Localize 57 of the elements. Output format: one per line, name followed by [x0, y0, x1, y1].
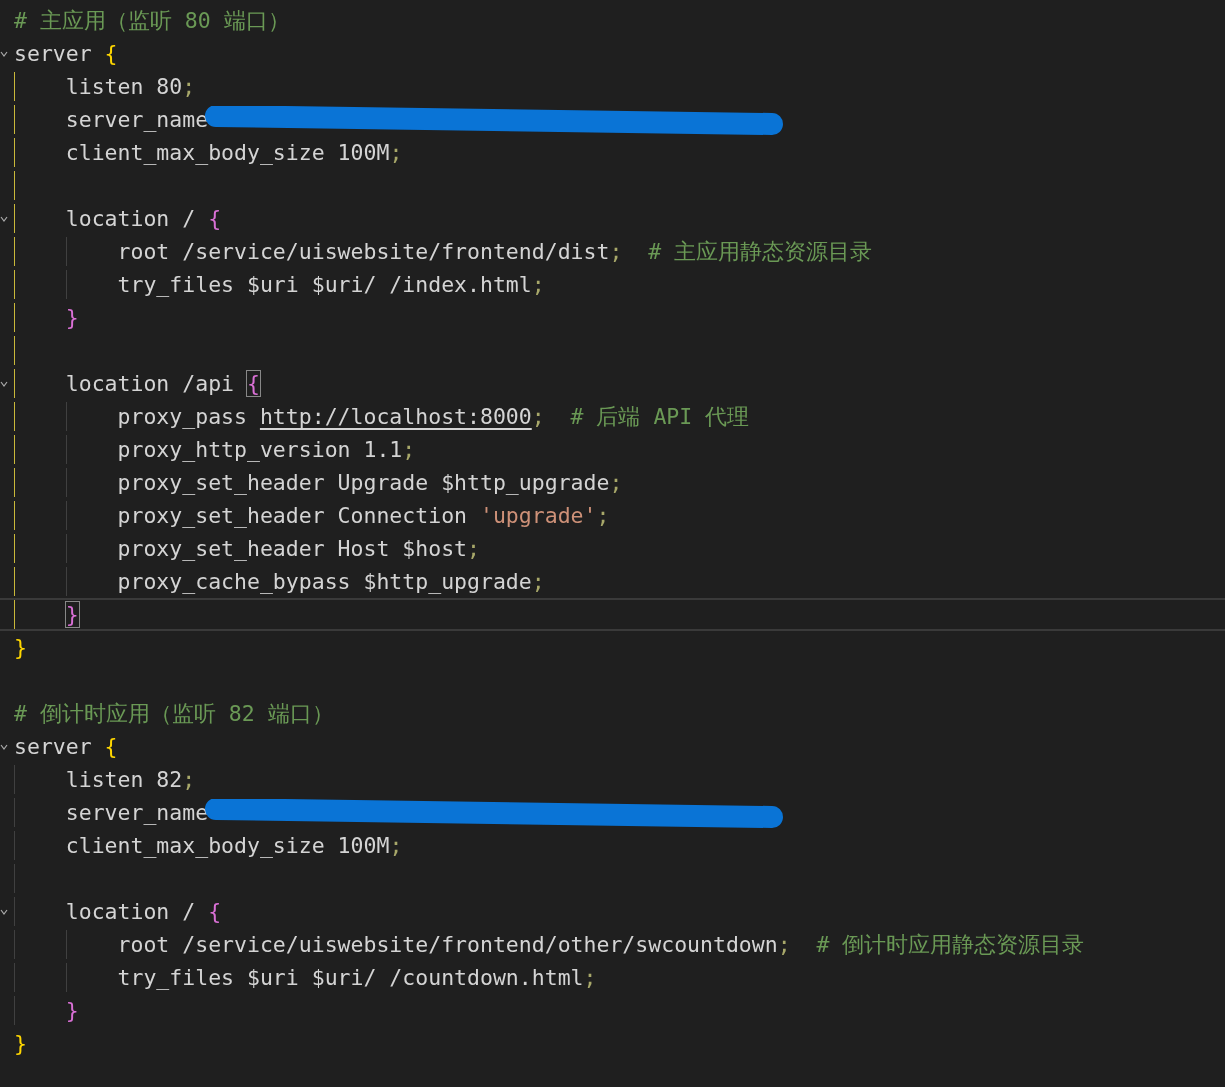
brace: {	[104, 40, 118, 67]
code-text: server	[14, 734, 92, 759]
brace: {	[208, 898, 222, 925]
code-text: location /	[65, 899, 196, 924]
semicolon: ;	[402, 437, 416, 462]
brace: }	[14, 634, 27, 661]
semicolon: ;	[389, 833, 403, 858]
semicolon: ;	[531, 569, 545, 594]
code-text: root /service/uiswebsite/frontend/other/swcountdown	[117, 932, 778, 957]
semicolon: ;	[389, 140, 403, 165]
code-comment: # 倒计时应用静态资源目录	[816, 931, 1085, 959]
code-text: server_name	[65, 107, 209, 132]
code-comment: # 倒计时应用（监听 82 端口）	[14, 700, 334, 728]
semicolon: ;	[583, 965, 597, 990]
fold-caret-icon[interactable]	[0, 907, 8, 916]
code-text: server	[14, 41, 92, 66]
fold-caret-icon[interactable]	[0, 214, 8, 223]
brace: {	[104, 733, 118, 760]
code-text: try_files $uri $uri/ /index.html	[117, 272, 532, 297]
code-comment: # 主应用静态资源目录	[648, 238, 873, 266]
brace: {	[247, 370, 260, 397]
code-text: location /	[65, 206, 196, 231]
fold-caret-icon[interactable]	[0, 49, 8, 58]
fold-caret-icon[interactable]	[0, 379, 8, 388]
semicolon: ;	[182, 74, 196, 99]
semicolon: ;	[596, 503, 610, 528]
code-text: server_name	[65, 800, 209, 825]
code-text: proxy_set_header Upgrade $http_upgrade	[117, 470, 610, 495]
code-text: proxy_set_header Host $host	[117, 536, 468, 561]
code-text: location /api	[65, 371, 235, 396]
brace: }	[65, 304, 79, 331]
brace: {	[208, 205, 222, 232]
brace: }	[14, 1030, 27, 1057]
semicolon: ;	[467, 536, 480, 561]
code-text: proxy_set_header Connection	[117, 503, 468, 528]
semicolon: ;	[531, 404, 545, 429]
code-comment: # 主应用（监听 80 端口）	[14, 7, 290, 35]
code-text: root /service/uiswebsite/frontend/dist	[117, 239, 610, 264]
semicolon: ;	[531, 272, 545, 297]
semicolon: ;	[609, 239, 623, 264]
brace: }	[65, 601, 79, 628]
code-text: proxy_cache_bypass $http_upgrade	[117, 569, 532, 594]
fold-caret-icon[interactable]	[0, 742, 8, 751]
brace: }	[65, 997, 79, 1024]
code-text: listen 82	[65, 767, 183, 792]
string-literal: 'upgrade'	[479, 503, 597, 528]
code-comment: # 后端 API 代理	[570, 403, 750, 431]
semicolon: ;	[182, 767, 196, 792]
semicolon: ;	[777, 932, 791, 957]
code-text: client_max_body_size 100M	[65, 140, 390, 165]
code-text: listen 80	[65, 74, 183, 99]
code-text: proxy_http_version 1.1	[117, 437, 403, 462]
url-link[interactable]: http://localhost:8000	[259, 404, 532, 429]
code-text: client_max_body_size 100M	[65, 833, 390, 858]
code-text: try_files $uri $uri/ /countdown.html	[117, 965, 584, 990]
code-text: proxy_pass	[117, 404, 247, 429]
semicolon: ;	[609, 470, 623, 495]
